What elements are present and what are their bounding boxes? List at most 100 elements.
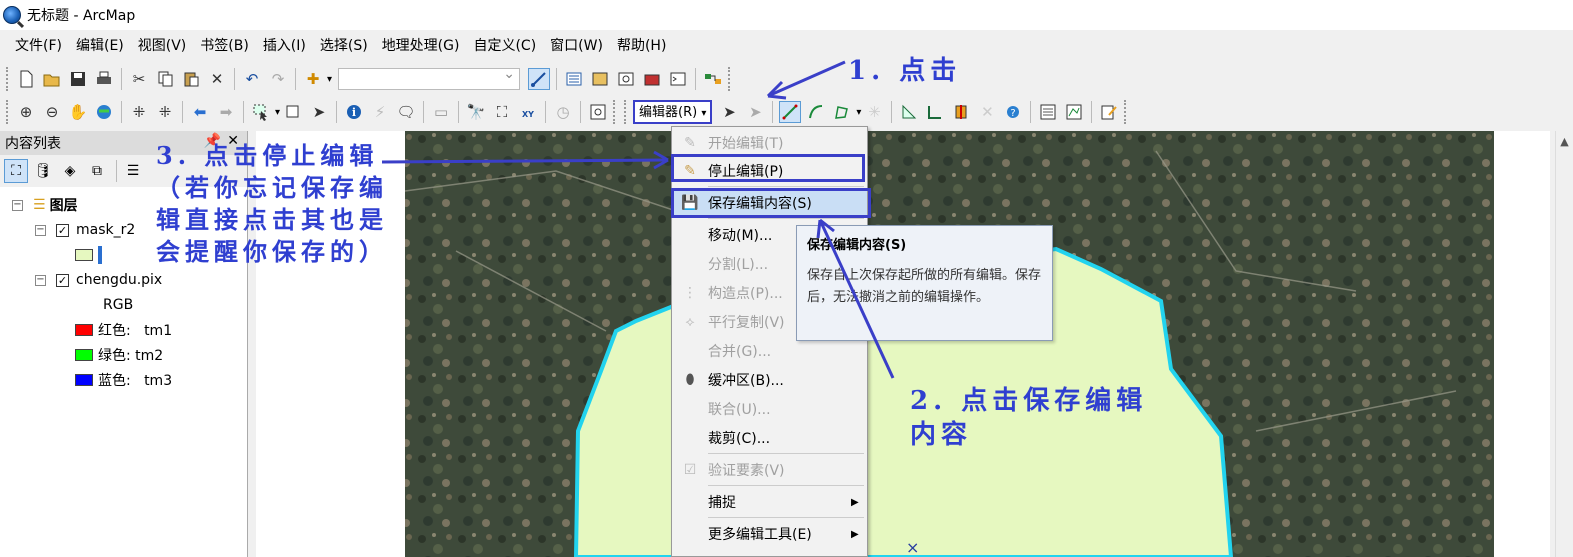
map-view[interactable]: × — [256, 131, 1550, 557]
reshape-feature-icon[interactable] — [924, 101, 946, 123]
menu-edit[interactable]: 编辑(E) — [69, 34, 131, 58]
edit-tool-icon[interactable]: ➤ — [718, 101, 740, 123]
cut-polygons-icon[interactable] — [950, 101, 972, 123]
copy-icon[interactable] — [154, 68, 176, 90]
delete-icon[interactable]: ✕ — [206, 68, 228, 90]
polygon-symbol[interactable] — [75, 249, 93, 261]
menu-snapping[interactable]: 捕捉 ▶ — [672, 488, 867, 516]
blue-band-swatch[interactable] — [75, 374, 93, 386]
list-by-source-icon[interactable]: 🛢 — [31, 159, 55, 183]
arctoolbox-icon[interactable] — [641, 68, 663, 90]
trace-icon[interactable] — [805, 101, 827, 123]
collapse-icon[interactable]: − — [35, 274, 46, 286]
sketch-properties-icon[interactable] — [1063, 101, 1085, 123]
menu-bookmarks[interactable]: 书签(B) — [193, 34, 256, 58]
menu-start-editing[interactable]: ✎ 开始编辑(T) — [672, 129, 867, 157]
toolbar-grip[interactable] — [728, 67, 731, 91]
menu-geoprocessing[interactable]: 地理处理(G) — [375, 34, 467, 58]
clear-selection-icon[interactable] — [282, 101, 304, 123]
menu-merge[interactable]: 合并(G)... — [672, 337, 867, 365]
new-document-icon[interactable] — [15, 68, 37, 90]
zoom-out-icon[interactable]: ⊖ — [41, 101, 63, 123]
python-window-icon[interactable] — [667, 68, 689, 90]
forward-arrow-icon[interactable]: ➡ — [215, 101, 237, 123]
menu-help[interactable]: 帮助(H) — [610, 34, 673, 58]
options-icon[interactable]: ☰ — [121, 159, 145, 183]
toolbar-grip[interactable] — [613, 100, 616, 124]
toolbar-grip[interactable] — [624, 100, 627, 124]
menu-windows[interactable]: 窗口(W) — [543, 34, 610, 58]
edit-vertices-icon[interactable] — [898, 101, 920, 123]
create-viewer-window-icon[interactable] — [587, 101, 609, 123]
menu-customize[interactable]: 自定义(C) — [466, 34, 543, 58]
menu-buffer[interactable]: ⬮ 缓冲区(B)... — [672, 366, 867, 394]
html-popup-icon[interactable]: 🗨 — [395, 101, 417, 123]
chevron-down-icon[interactable]: ▾ — [275, 107, 280, 118]
chevron-down-icon[interactable]: ▾ — [856, 107, 861, 118]
menu-file[interactable]: 文件(F) — [8, 34, 69, 58]
layer-row-mask[interactable]: − ✓ mask_r2 — [35, 219, 135, 241]
edit-annotation-tool-icon[interactable]: ➤ — [744, 101, 766, 123]
collapse-icon[interactable]: − — [12, 199, 23, 211]
table-of-contents-icon[interactable] — [563, 68, 585, 90]
list-by-visibility-icon[interactable]: ◈ — [58, 159, 82, 183]
fixed-zoom-in-icon[interactable]: ⁜ — [128, 101, 150, 123]
chevron-down-icon[interactable]: ▾ — [327, 74, 332, 85]
full-extent-icon[interactable] — [93, 101, 115, 123]
layers-root-row[interactable]: − ☰ 图层 — [12, 194, 78, 216]
modelbuilder-icon[interactable] — [702, 68, 724, 90]
layer-row-chengdu[interactable]: − ✓ chengdu.pix — [35, 269, 162, 291]
explode-icon[interactable]: ✳ — [863, 101, 885, 123]
create-features-icon[interactable] — [1098, 101, 1120, 123]
list-by-drawing-order-icon[interactable]: ⛶ — [4, 159, 28, 183]
toolbar-grip[interactable] — [6, 67, 9, 91]
open-folder-icon[interactable] — [41, 68, 63, 90]
straight-segment-icon[interactable] — [779, 101, 802, 123]
print-icon[interactable] — [93, 68, 115, 90]
zoom-in-icon[interactable]: ⊕ — [15, 101, 37, 123]
red-band-swatch[interactable] — [75, 324, 93, 336]
back-arrow-icon[interactable]: ⬅ — [189, 101, 211, 123]
find-binoculars-icon[interactable]: 🔭 — [465, 101, 487, 123]
paste-icon[interactable] — [180, 68, 202, 90]
menu-union[interactable]: 联合(U)... — [672, 395, 867, 423]
menu-clip[interactable]: 裁剪(C)... — [672, 424, 867, 452]
menu-validate-features[interactable]: ☑ 验证要素(V) — [672, 456, 867, 484]
toolbar-grip[interactable] — [6, 100, 9, 124]
catalog-window-icon[interactable] — [589, 68, 611, 90]
fixed-zoom-out-icon[interactable]: ⁜ — [154, 101, 176, 123]
find-route-icon[interactable]: ⛶ — [491, 101, 513, 123]
time-slider-icon[interactable]: ◷ — [552, 101, 574, 123]
add-data-icon[interactable]: ✚ — [302, 68, 324, 90]
select-features-icon[interactable] — [250, 101, 272, 123]
cut-icon[interactable]: ✂ — [128, 68, 150, 90]
point-icon[interactable] — [831, 101, 853, 123]
go-to-xy-icon[interactable]: XY — [517, 101, 539, 123]
collapse-icon[interactable]: − — [35, 224, 46, 236]
menu-more-editing-tools[interactable]: 更多编辑工具(E) ▶ — [672, 520, 867, 548]
map-scale-combo[interactable] — [338, 66, 521, 90]
editor-menu-button[interactable]: 编辑器(R) ▾ — [633, 100, 713, 124]
undo-icon[interactable]: ↶ — [241, 68, 263, 90]
measure-icon[interactable]: ▭ — [430, 101, 452, 123]
pan-hand-icon[interactable]: ✋ — [67, 101, 89, 123]
green-band-swatch[interactable] — [75, 349, 93, 361]
menu-view[interactable]: 视图(V) — [131, 34, 194, 58]
menu-selection[interactable]: 选择(S) — [313, 34, 375, 58]
layer-visibility-checkbox[interactable]: ✓ — [56, 273, 69, 287]
rotate-tool-icon[interactable]: ? — [1002, 101, 1024, 123]
vertical-scrollbar[interactable]: ▲ — [1555, 131, 1573, 557]
scroll-up-icon[interactable]: ▲ — [1556, 135, 1573, 148]
list-by-selection-icon[interactable]: ⧉ — [85, 159, 109, 183]
toolbar-grip[interactable] — [1124, 100, 1127, 124]
menu-insert[interactable]: 插入(I) — [256, 34, 313, 58]
search-window-icon[interactable] — [615, 68, 637, 90]
map-canvas[interactable]: × — [256, 131, 1550, 557]
redo-icon[interactable]: ↷ — [267, 68, 289, 90]
split-tool-icon[interactable]: ✕ — [976, 101, 998, 123]
editor-toolbar-icon[interactable] — [528, 68, 551, 90]
save-icon[interactable] — [67, 68, 89, 90]
attributes-icon[interactable] — [1037, 101, 1059, 123]
select-elements-icon[interactable]: ➤ — [308, 101, 330, 123]
identify-icon[interactable]: i — [343, 101, 365, 123]
